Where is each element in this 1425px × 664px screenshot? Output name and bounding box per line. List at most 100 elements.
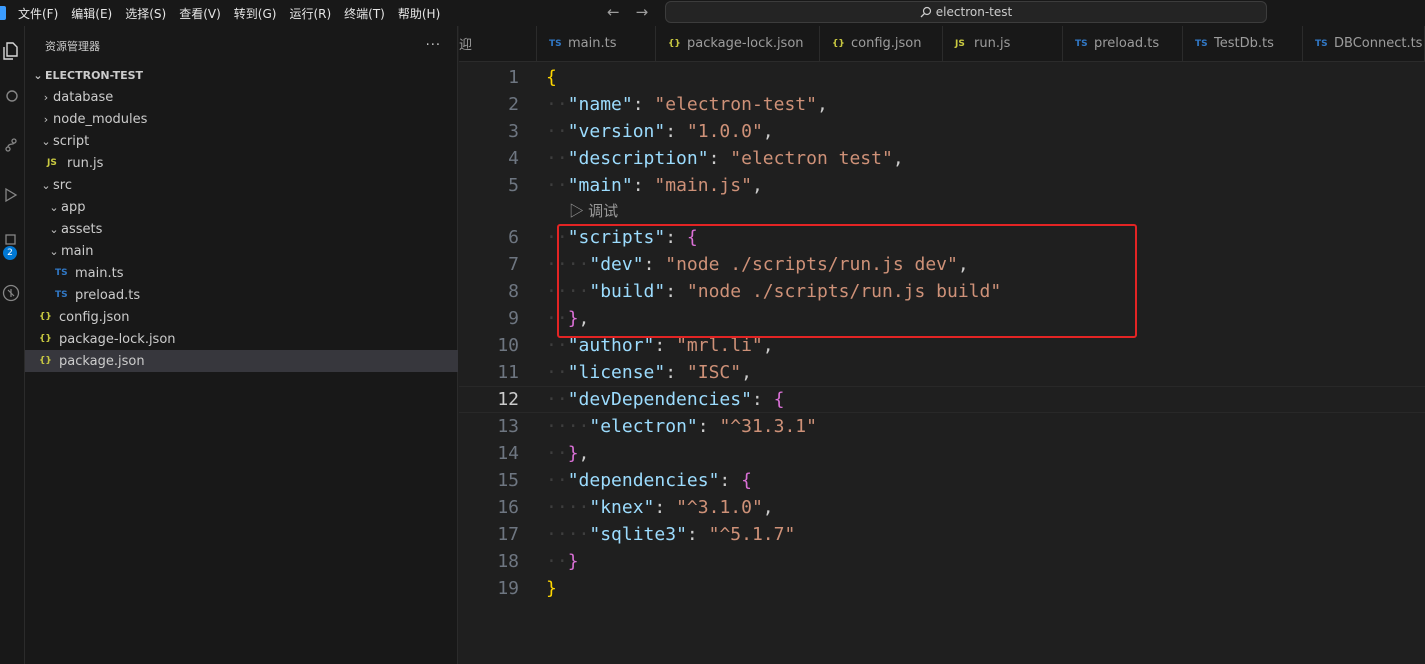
line-number: 5	[508, 175, 519, 196]
code-line[interactable]: 6 ··"scripts": {	[459, 224, 1425, 251]
tree-item[interactable]: {} package-lock.json	[25, 328, 458, 350]
code-line[interactable]: 11 ··"license": "ISC",	[459, 359, 1425, 386]
tree-item-label: main.ts	[75, 265, 124, 281]
tree-item-label: package.json	[59, 353, 145, 369]
tree-item[interactable]: {} config.json	[25, 306, 458, 328]
activity-bar: 2	[0, 26, 25, 664]
editor-tab[interactable]: JS run.js	[943, 26, 1063, 61]
run-debug-icon[interactable]	[0, 182, 22, 208]
tree-item[interactable]: ⌄ script	[25, 130, 458, 152]
tree-item[interactable]: ⌄ src	[25, 174, 458, 196]
line-number: 9	[508, 308, 519, 329]
line-number: 13	[497, 416, 519, 437]
chevron-down-icon: ⌄	[41, 178, 51, 192]
more-actions-icon[interactable]: ···	[426, 38, 441, 53]
line-number: 16	[497, 497, 519, 518]
tree-item-label: script	[53, 133, 90, 149]
line-number: 10	[497, 335, 519, 356]
menu-item[interactable]: 选择(S)	[125, 5, 166, 22]
menu-item[interactable]: 运行(R)	[289, 5, 331, 22]
tab-label: run.js	[974, 36, 1011, 51]
code-line[interactable]: 7 ····"dev": "node ./scripts/run.js dev",	[459, 251, 1425, 278]
chevron-down-icon: ⌄	[33, 68, 43, 82]
tree-item[interactable]: › database	[25, 86, 458, 108]
code-line[interactable]: 3 ··"version": "1.0.0",	[459, 118, 1425, 145]
menu-item[interactable]: 文件(F)	[18, 5, 58, 22]
search-sidebar-icon[interactable]	[0, 84, 22, 110]
code-text: ··"dependencies": {	[546, 470, 752, 491]
code-line[interactable]: 14 ··},	[459, 440, 1425, 467]
tab-label: DBConnect.ts	[1334, 36, 1423, 51]
code-line[interactable]: 9 ··},	[459, 305, 1425, 332]
line-number: 14	[497, 443, 519, 464]
code-line[interactable]: 1{	[459, 64, 1425, 91]
command-center-search[interactable]: electron-test	[665, 1, 1267, 23]
tab-label: 迎	[459, 38, 473, 53]
menu-item[interactable]: 转到(G)	[234, 5, 277, 22]
root-label: ELECTRON-TEST	[45, 68, 144, 82]
forward-arrow-icon[interactable]: →	[636, 3, 649, 21]
tree-item[interactable]: › node_modules	[25, 108, 458, 130]
editor-tab[interactable]: {} config.json	[820, 26, 943, 61]
remote-explorer-icon[interactable]	[0, 280, 22, 306]
line-number: 6	[508, 227, 519, 248]
debug-codelens[interactable]: ▷ 调试	[569, 199, 618, 221]
menu-item[interactable]: 帮助(H)	[398, 5, 440, 22]
line-number: 19	[497, 578, 519, 599]
tab-label: config.json	[851, 36, 922, 51]
source-control-icon[interactable]	[0, 132, 22, 158]
back-arrow-icon[interactable]: ←	[607, 3, 620, 21]
tree-root[interactable]: ⌄ ELECTRON-TEST	[25, 64, 458, 86]
code-line[interactable]: 12 ··"devDependencies": {	[459, 386, 1425, 413]
editor-tab[interactable]: {} package-lock.json	[656, 26, 820, 61]
explorer-icon[interactable]	[0, 38, 22, 64]
code-editor[interactable]: ▷ 调试 1{2 ··"name": "electron-test", 3 ··"ve…	[459, 62, 1425, 664]
code-line[interactable]: 5 ··"main": "main.js",	[459, 172, 1425, 199]
tree-item[interactable]: ⌄ main	[25, 240, 458, 262]
code-line[interactable]: 15 ··"dependencies": {	[459, 467, 1425, 494]
tree-item[interactable]: JS run.js	[25, 152, 458, 174]
search-label: electron-test	[935, 5, 1013, 19]
code-text: ··"scripts": {	[546, 227, 698, 248]
tab-label: package-lock.json	[687, 36, 804, 51]
tree-item[interactable]: ⌄ app	[25, 196, 458, 218]
code-line[interactable]: 18 ··}	[459, 548, 1425, 575]
code-line[interactable]: 16 ····"knex": "^3.1.0",	[459, 494, 1425, 521]
ts-file-icon: TS	[549, 38, 562, 49]
js-file-icon: JS	[47, 158, 57, 168]
extensions-badge: 2	[3, 246, 17, 260]
js-file-icon: JS	[955, 38, 965, 49]
nav-arrows: ← →	[607, 3, 648, 21]
menu-item[interactable]: 编辑(E)	[71, 5, 112, 22]
tree-item[interactable]: TS preload.ts	[25, 284, 458, 306]
title-bar: 文件(F) 编辑(E) 选择(S) 查看(V) 转到(G) 运行(R) 终端(T) 帮助(H)…	[0, 0, 1425, 26]
editor-tab[interactable]: TS preload.ts	[1063, 26, 1183, 61]
tree-item[interactable]: TS main.ts	[25, 262, 458, 284]
menu-item[interactable]: 终端(T)	[344, 5, 385, 22]
code-text: ··"main": "main.js",	[546, 175, 763, 196]
line-number: 4	[508, 148, 519, 169]
code-line[interactable]: 19}	[459, 575, 1425, 602]
explorer-sidebar: 资源管理器 ··· ⌄ ELECTRON-TEST › database › node…	[25, 26, 458, 664]
code-line[interactable]: 13 ····"electron": "^31.3.1"	[459, 413, 1425, 440]
editor-tab[interactable]: TS TestDb.ts	[1183, 26, 1303, 61]
json-file-icon: {}	[39, 356, 52, 366]
tree-item[interactable]: ⌄ assets	[25, 218, 458, 240]
line-number: 15	[497, 470, 519, 491]
code-line[interactable]: 2 ··"name": "electron-test",	[459, 91, 1425, 118]
line-number: 11	[497, 362, 519, 383]
code-line[interactable]: 17 ····"sqlite3": "^5.1.7"	[459, 521, 1425, 548]
code-line[interactable]: 8 ····"build": "node ./scripts/run.js bui…	[459, 278, 1425, 305]
editor-tab[interactable]: TS main.ts	[537, 26, 656, 61]
json-file-icon: {}	[39, 334, 52, 344]
menu-item[interactable]: 查看(V)	[179, 5, 221, 22]
search-icon	[920, 6, 931, 18]
code-line[interactable]: 4 ··"description": "electron test",	[459, 145, 1425, 172]
code-text: ··},	[546, 443, 590, 464]
tab-label: main.ts	[568, 36, 617, 51]
ts-file-icon: TS	[55, 268, 68, 278]
editor-tab[interactable]: 迎	[459, 26, 537, 61]
code-line[interactable]: 10 ··"author": "mrl.li",	[459, 332, 1425, 359]
editor-tab[interactable]: TS DBConnect.ts	[1303, 26, 1425, 61]
tree-item[interactable]: {} package.json	[25, 350, 458, 372]
